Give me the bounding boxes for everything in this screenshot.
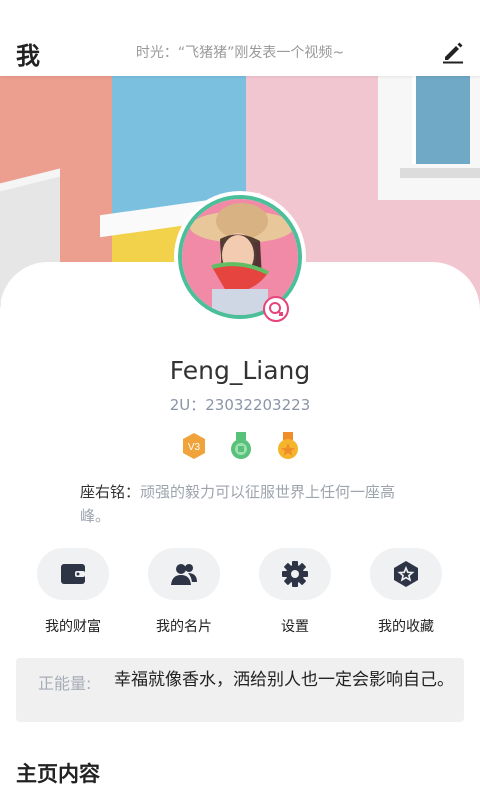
action-label: 我的财富: [45, 619, 101, 635]
activity-subtitle[interactable]: 时光：“飞猪猪”刚发表一个视频~: [0, 42, 480, 62]
top-bar: 我 时光：“飞猪猪”刚发表一个视频~: [0, 0, 480, 76]
section-title: 主页内容: [16, 762, 100, 786]
action-row: 我的财富 我的名片 设置 我的收藏: [0, 548, 480, 640]
edit-icon[interactable]: [440, 38, 466, 64]
user-id: 2U：23032203223: [169, 396, 311, 414]
my-wealth-button[interactable]: 我的财富: [25, 548, 121, 636]
gold-medal-icon[interactable]: [275, 432, 301, 460]
wallet-icon: [37, 548, 109, 600]
my-card-button[interactable]: 我的名片: [136, 548, 232, 636]
badge-row: V3: [181, 432, 301, 462]
username: Feng_Liang: [169, 356, 311, 385]
motto: 座右铭：顽强的毅力可以征服世界上任何一座高峰。: [80, 480, 410, 528]
svg-text:V3: V3: [188, 442, 201, 453]
v3-badge[interactable]: V3: [181, 432, 207, 460]
action-label: 设置: [281, 619, 309, 635]
action-label: 我的收藏: [378, 619, 434, 635]
gear-icon: [259, 548, 331, 600]
motto-label: 座右铭：: [80, 483, 141, 501]
positive-energy-label: 正能量:: [38, 674, 92, 693]
favorite-hexagon-icon: [370, 548, 442, 600]
settings-button[interactable]: 设置: [247, 548, 343, 636]
action-label: 我的名片: [156, 619, 212, 635]
positive-energy-box: 正能量: 幸福就像香水，洒给别人也一定会影响自己。: [16, 658, 464, 722]
green-medal-icon[interactable]: [228, 432, 254, 460]
positive-energy-text: 幸福就像香水，洒给别人也一定会影响自己。: [114, 670, 454, 690]
my-favorites-button[interactable]: 我的收藏: [358, 548, 454, 636]
contacts-icon: [148, 548, 220, 600]
gender-female-icon: [263, 296, 289, 322]
